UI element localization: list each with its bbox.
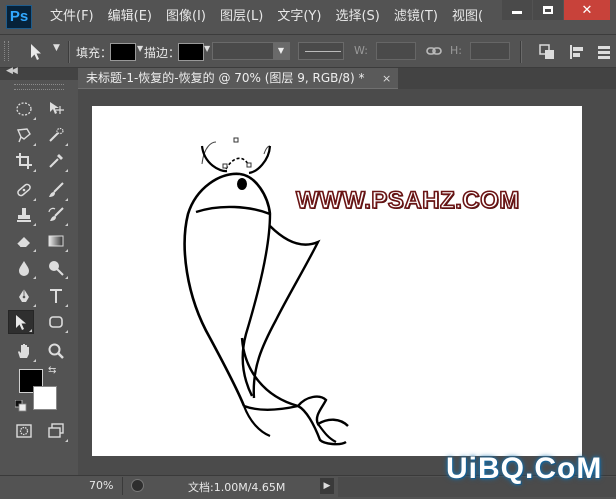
width-field[interactable]	[376, 42, 416, 60]
healing-brush-icon[interactable]	[11, 178, 37, 202]
zoom-level[interactable]: 70%	[89, 479, 113, 492]
workspace-right-edge	[600, 89, 616, 475]
clone-stamp-icon[interactable]	[11, 203, 37, 227]
default-colors-icon[interactable]	[14, 399, 27, 415]
tab-close-icon[interactable]: ×	[382, 68, 391, 89]
history-brush-icon[interactable]	[43, 203, 69, 227]
link-icon[interactable]	[426, 43, 442, 62]
close-icon: ✕	[581, 2, 593, 18]
height-field[interactable]	[470, 42, 510, 60]
stroke-width-dropdown[interactable]: ▼	[212, 42, 290, 60]
preset-dropdown-icon[interactable]: ▼	[53, 43, 60, 53]
crop-icon[interactable]	[11, 149, 37, 173]
type-icon[interactable]	[43, 284, 69, 308]
menu-items: 文件(F) 编辑(E) 图像(I) 图层(L) 文字(Y) 选择(S) 滤镜(T…	[50, 0, 497, 34]
document-canvas[interactable]	[92, 106, 582, 456]
status-menu-arrow-icon[interactable]: ▶	[320, 478, 334, 494]
blur-icon[interactable]	[11, 256, 37, 280]
menu-select[interactable]: 选择(S)	[335, 0, 379, 34]
stroke-type-dropdown[interactable]	[298, 42, 344, 60]
rectangular-marquee-icon[interactable]	[11, 97, 37, 121]
site-watermark: WWW.PSAHZ.COM	[295, 186, 520, 215]
options-bar: ▼ 填充： ▼ 描边： ▼ ▼ W: H:	[0, 34, 616, 68]
toolbox-header: ◀◀	[0, 66, 78, 80]
pen-icon[interactable]	[11, 284, 37, 308]
background-color-swatch[interactable]	[33, 386, 57, 410]
maximize-icon	[543, 6, 553, 14]
menu-type[interactable]: 文字(Y)	[277, 0, 321, 34]
status-options-icon[interactable]	[131, 479, 144, 492]
path-operations-icon[interactable]	[538, 43, 556, 64]
menu-filter[interactable]: 滤镜(T)	[394, 0, 438, 34]
stroke-dropdown-icon[interactable]: ▼	[204, 44, 210, 53]
options-separator	[520, 41, 522, 63]
fill-swatch[interactable]	[110, 43, 136, 61]
stroke-label: 描边：	[144, 46, 181, 60]
toolbox: ⇆	[0, 80, 78, 480]
fish-drawing	[183, 137, 349, 446]
eraser-icon[interactable]	[11, 229, 37, 253]
document-tab[interactable]: 未标题-1-恢复的-恢复的 @ 70% (图层 9, RGB/8) * ×	[78, 68, 398, 89]
menu-layer[interactable]: 图层(L)	[220, 0, 263, 34]
swap-colors-icon[interactable]: ⇆	[48, 365, 56, 376]
chevron-down-icon: ▼	[273, 43, 289, 59]
gradient-icon[interactable]	[43, 229, 69, 253]
height-label: H:	[450, 44, 462, 57]
lasso-icon[interactable]	[11, 123, 37, 147]
photoshop-logo: Ps	[6, 5, 32, 29]
menu-bar: Ps 文件(F) 编辑(E) 图像(I) 图层(L) 文字(Y) 选择(S) 滤…	[0, 0, 616, 34]
options-grip	[4, 41, 9, 61]
width-label: W:	[354, 44, 368, 57]
toolbox-footer	[0, 475, 78, 499]
brush-icon[interactable]	[43, 178, 69, 202]
minimize-icon	[512, 11, 522, 14]
collapse-panel-icon[interactable]: ◀◀	[6, 66, 18, 76]
path-selection-icon[interactable]	[8, 310, 34, 334]
close-button[interactable]: ✕	[564, 0, 610, 20]
minimize-button[interactable]	[502, 0, 532, 20]
eyedropper-icon[interactable]	[43, 149, 69, 173]
shape-icon[interactable]	[43, 310, 69, 334]
move-icon[interactable]	[43, 97, 69, 121]
quick-selection-icon[interactable]	[43, 123, 69, 147]
stroke-line-preview	[305, 51, 341, 52]
options-separator	[68, 41, 70, 63]
document-tab-title: 未标题-1-恢复的-恢复的 @ 70% (图层 9, RGB/8) *	[86, 71, 365, 85]
document-info: 文档:1.00M/4.65M	[188, 481, 286, 494]
maximize-button[interactable]	[533, 0, 563, 20]
menu-file[interactable]: 文件(F)	[50, 0, 94, 34]
screen-mode-icon[interactable]	[43, 419, 69, 443]
stroke-swatch[interactable]	[178, 43, 204, 61]
path-alignment-icon[interactable]	[568, 43, 586, 64]
dodge-icon[interactable]	[43, 256, 69, 280]
uibq-logo: UiBQ.CoM	[446, 452, 603, 485]
toolbox-grip	[14, 84, 64, 90]
menu-image[interactable]: 图像(I)	[166, 0, 206, 34]
zoom-icon[interactable]	[43, 339, 69, 363]
hand-icon[interactable]	[11, 339, 37, 363]
fill-dropdown-icon[interactable]: ▼	[137, 44, 143, 53]
quick-mask-icon[interactable]	[11, 419, 37, 443]
menu-edit[interactable]: 编辑(E)	[108, 0, 152, 34]
path-selection-preset-icon[interactable]	[28, 43, 44, 64]
menu-view[interactable]: 视图(	[452, 0, 483, 34]
path-arrangement-icon[interactable]	[596, 43, 614, 64]
fill-label: 填充：	[76, 46, 113, 60]
tab-strip	[398, 68, 616, 89]
